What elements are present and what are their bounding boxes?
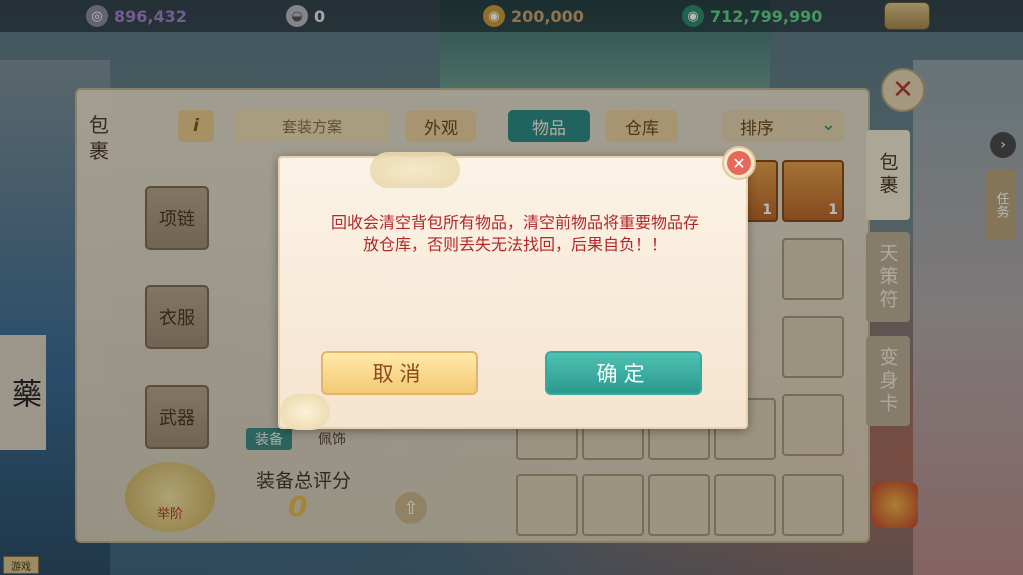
close-icon: ✕	[727, 151, 751, 175]
dialog-flower-decoration	[370, 152, 460, 188]
dialog-lotus-decoration	[280, 394, 330, 430]
cancel-button[interactable]: 取消	[321, 351, 478, 395]
confirm-button[interactable]: 确定	[545, 351, 702, 395]
dialog-close-button[interactable]: ✕	[722, 146, 756, 180]
dialog-message: 回收会清空背包所有物品，清空前物品将重要物品存放仓库，否则丢失无法找回，后果自负…	[330, 213, 699, 254]
